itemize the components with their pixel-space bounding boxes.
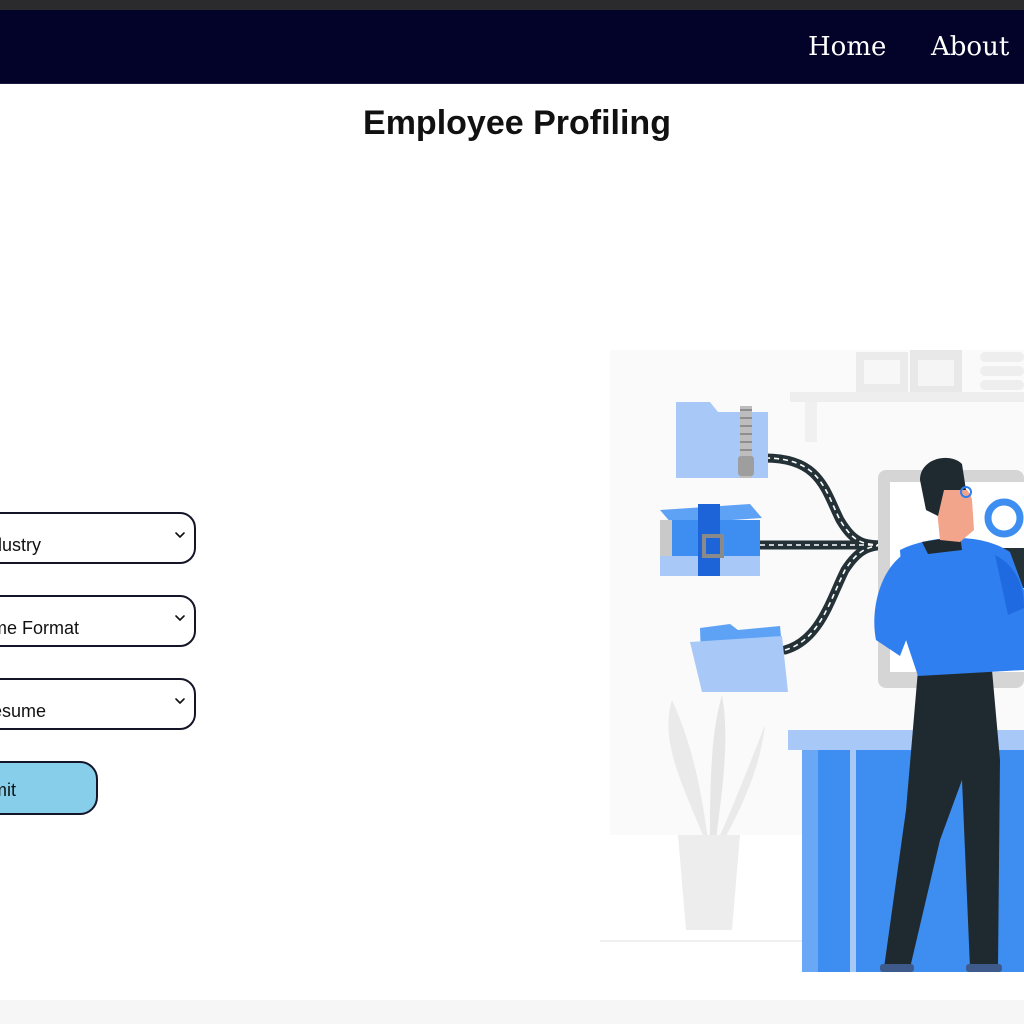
submit-button[interactable]: omit: [0, 761, 98, 815]
resume-select[interactable]: esume: [0, 678, 196, 730]
nav-about-link[interactable]: About: [931, 34, 1009, 60]
nav-home-link[interactable]: Home: [808, 34, 886, 60]
resume-select-value: esume: [0, 701, 47, 721]
industry-select-value: dustry: [0, 535, 42, 555]
chevron-down-icon: [175, 615, 185, 621]
archive-box-icon: [660, 504, 762, 576]
chevron-down-icon: [175, 698, 185, 704]
navbar: Home About: [0, 10, 1024, 84]
industry-select[interactable]: dustry: [0, 512, 196, 564]
browser-top-strip: [0, 0, 1024, 10]
resume-format-select[interactable]: me Format: [0, 595, 196, 647]
chevron-down-icon: [175, 532, 185, 538]
employee-data-illustration: [600, 350, 1024, 972]
submit-button-label: omit: [0, 780, 17, 800]
page-title: Employee Profiling: [363, 104, 671, 142]
zip-folder-icon: [676, 402, 768, 478]
page-bottom-strip: [0, 1000, 1024, 1024]
resume-format-select-value: me Format: [0, 618, 80, 638]
open-folder-icon: [690, 624, 788, 692]
